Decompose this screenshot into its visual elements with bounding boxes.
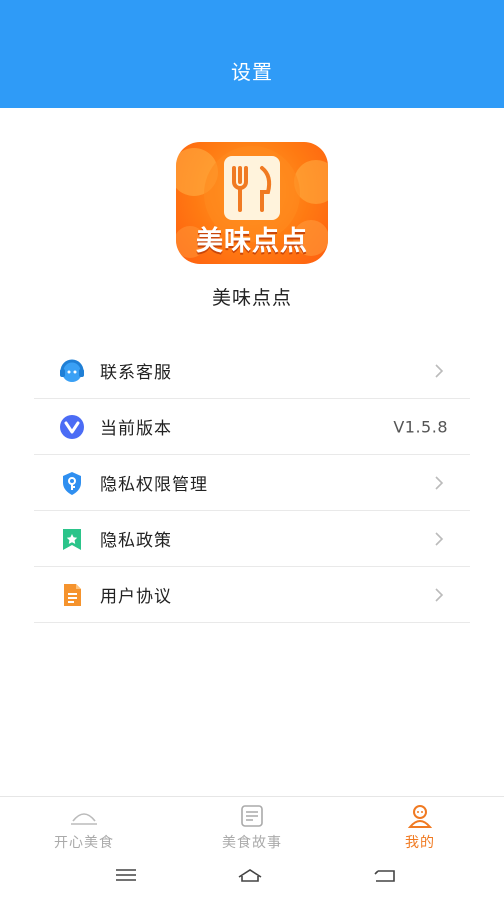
header-bar: 设置: [0, 0, 504, 108]
document-icon: [58, 581, 86, 609]
page-title: 设置: [231, 60, 273, 84]
menu-item-privacy-permissions[interactable]: 隐私权限管理: [34, 455, 470, 511]
bottom-tab-bar: 开心美食 美食故事 我的: [0, 796, 504, 855]
shield-key-icon: [58, 469, 86, 497]
chevron-right-icon: [435, 587, 444, 602]
version-icon: [58, 413, 86, 441]
tab-mine[interactable]: 我的: [360, 803, 480, 852]
system-nav-bar: [0, 854, 504, 898]
chevron-right-icon: [435, 363, 444, 378]
menu-item-user-agreement[interactable]: 用户协议: [34, 567, 470, 623]
tab-label: 美食故事: [222, 835, 282, 851]
menu-item-label: 用户协议: [100, 587, 172, 607]
tab-label: 我的: [405, 835, 435, 851]
app-name: 美味点点: [211, 287, 292, 309]
menu-item-label: 联系客服: [100, 363, 172, 383]
menu-item-privacy-policy[interactable]: 隐私政策: [34, 511, 470, 567]
back-icon[interactable]: [372, 864, 400, 886]
menu-item-contact-service[interactable]: 联系客服: [34, 343, 470, 399]
menu-item-label: 隐私政策: [100, 531, 172, 551]
tab-label: 开心美食: [54, 835, 114, 851]
home-nav-icon[interactable]: [236, 864, 264, 886]
logo-text: 美味点点: [196, 226, 308, 257]
app-logo: 美味点点: [176, 142, 328, 264]
chevron-right-icon: [435, 531, 444, 546]
version-value: V1.5.8: [393, 417, 448, 436]
menu-icon[interactable]: [112, 864, 140, 886]
profile-icon: [360, 803, 480, 829]
tab-happy-food[interactable]: 开心美食: [24, 803, 144, 852]
headset-icon: [58, 357, 86, 385]
menu-item-label: 隐私权限管理: [100, 475, 208, 495]
tab-food-stories[interactable]: 美食故事: [192, 803, 312, 852]
menu-item-label: 当前版本: [100, 419, 172, 439]
chevron-right-icon: [435, 475, 444, 490]
home-icon: [24, 803, 144, 829]
bookmark-star-icon: [58, 525, 86, 553]
menu-item-current-version[interactable]: 当前版本 V1.5.8: [34, 399, 470, 455]
list-icon: [192, 803, 312, 829]
settings-menu: 联系客服 当前版本 V1.5.8 隐私权限管理 隐私政策 用户协议: [34, 343, 470, 623]
